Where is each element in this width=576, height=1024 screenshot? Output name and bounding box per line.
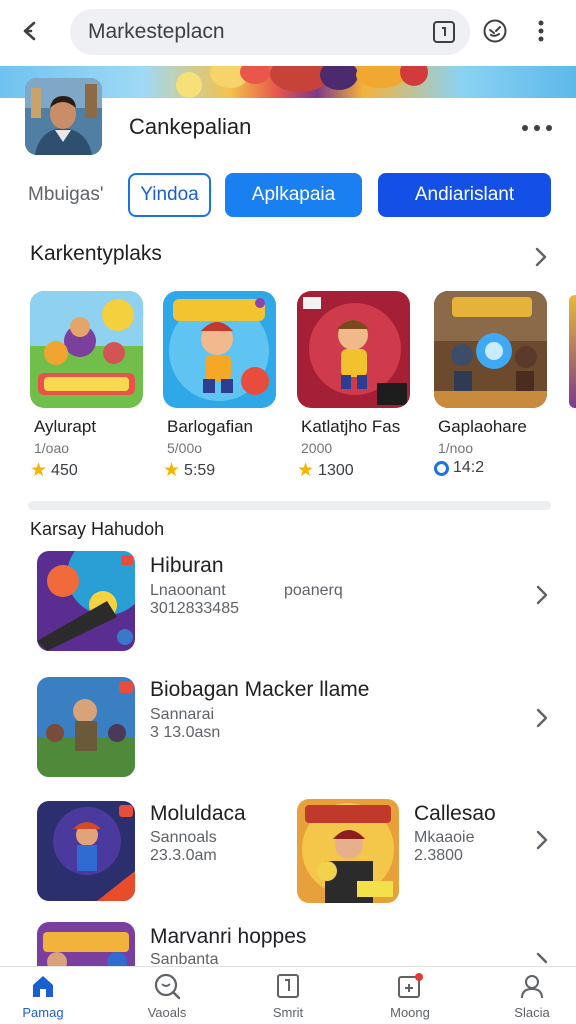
avatar[interactable]: [25, 78, 102, 155]
row-title: Moluldaca: [150, 802, 246, 825]
app-downloads: 5/00o: [167, 440, 203, 456]
nav-account[interactable]: Slacia: [492, 971, 572, 1024]
row-thumbnail[interactable]: [37, 551, 135, 651]
dot-icon: [534, 125, 540, 131]
tab-switcher-icon[interactable]: [432, 20, 456, 44]
app-card[interactable]: Aylurapt 1/oao ★ 450: [30, 291, 143, 481]
chevron-right-icon[interactable]: [535, 707, 549, 729]
app-name: Katlatjho Fas: [301, 417, 401, 436]
back-arrow-icon: [23, 21, 36, 41]
app-name: Barlogafian: [167, 417, 254, 436]
search-bar[interactable]: Markesteplacn: [70, 9, 470, 55]
chevron-right-icon[interactable]: [535, 951, 549, 966]
app-name: Aylurapt: [34, 417, 97, 436]
nav-search[interactable]: Vaoals: [127, 971, 207, 1024]
section-title-list: Karsay Hahudoh: [30, 519, 165, 539]
chevron-right-icon[interactable]: [534, 246, 548, 268]
nav-library[interactable]: Moong: [370, 971, 450, 1024]
app-downloads: 1/noo: [438, 440, 474, 456]
top-bar: Markesteplacn: [0, 0, 576, 66]
nav-home[interactable]: Pamag: [3, 971, 83, 1024]
row-subtitle: Sanbanta: [150, 951, 219, 966]
chip-applications[interactable]: Aplkapaia: [225, 173, 362, 217]
nav-label: Smrit: [272, 1005, 304, 1020]
row-subtitle: Mkaaoie: [414, 829, 475, 846]
app-rating: ★ 5:59: [163, 459, 215, 482]
library-icon: [394, 971, 426, 1001]
nav-apps[interactable]: Smrit: [248, 971, 328, 1024]
row-title: Biobagan Macker llame: [150, 678, 370, 701]
app-card-partial[interactable]: [569, 295, 576, 408]
row-thumbnail[interactable]: [37, 677, 135, 777]
app-thumbnail: [297, 291, 410, 408]
star-icon: ★: [163, 460, 181, 481]
chevron-right-icon[interactable]: [535, 829, 549, 851]
profile-photo: [25, 78, 102, 155]
app-downloads: 2000: [301, 440, 333, 456]
chip-android[interactable]: Andiarislant: [378, 173, 551, 217]
apps-icon: [272, 971, 304, 1001]
emoji-button[interactable]: [478, 14, 512, 48]
nav-label: Moong: [390, 1005, 430, 1020]
app-rating: ★ 450: [30, 459, 78, 482]
app-card[interactable]: Gaplaohare 1/noo 14:2: [434, 291, 547, 476]
dot-icon: [522, 125, 528, 131]
app-name: Gaplaohare: [438, 417, 527, 436]
smiley-icon: [483, 19, 507, 43]
row-subtitle: Sannarai: [150, 706, 215, 723]
app-thumbnail: [163, 291, 276, 408]
row-title: Marvanri hoppes: [150, 925, 307, 948]
row-subtitle: Sannoals: [150, 829, 217, 846]
app-rating-value: 450: [51, 461, 78, 479]
nav-label: Pamag: [22, 1005, 64, 1020]
row-meta: 2.3800: [414, 847, 463, 864]
row-thumbnail[interactable]: [37, 801, 135, 901]
kebab-menu-icon: [538, 20, 544, 42]
app-thumbnail: [30, 291, 143, 408]
profile-more-button[interactable]: [522, 118, 552, 138]
profile-name: Cankepalian: [129, 114, 252, 139]
section-divider: [28, 501, 551, 510]
nav-label: Slacia: [514, 1005, 550, 1020]
chip-windows[interactable]: Yindoa: [128, 173, 211, 217]
account-icon: [516, 971, 548, 1001]
search-input[interactable]: Markesteplacn: [88, 20, 225, 44]
app-downloads: 1/oao: [34, 440, 70, 456]
star-icon: ★: [30, 460, 48, 481]
app-card[interactable]: Katlatjho Fas 2000 ★ 1300: [297, 291, 410, 481]
bottom-navigation: Pamag Vaoals Smrit Moong Slacia: [0, 966, 576, 1024]
row-thumbnail[interactable]: [297, 799, 399, 903]
row-title: Hiburan: [150, 554, 224, 577]
row-meta: 3 13.0asn: [150, 724, 221, 741]
row-title: Callesao: [414, 802, 496, 825]
app-card[interactable]: Barlogafian 5/00o ★ 5:59: [163, 291, 276, 481]
section-title-featured: Karkentyplaks: [30, 242, 162, 265]
overflow-menu-button[interactable]: [524, 14, 558, 48]
app-rating-value: 14:2: [453, 459, 485, 476]
search-icon: [151, 971, 183, 1001]
home-icon: [27, 971, 59, 1001]
filter-label: Mbuigas': [28, 184, 104, 205]
app-rating: ★ 1300: [297, 459, 354, 482]
row-meta: 3012833485: [150, 600, 239, 617]
app-thumbnail: [434, 291, 547, 408]
star-icon: ★: [297, 460, 315, 481]
app-rating-value: 5:59: [184, 461, 216, 479]
app-rating: 14:2: [434, 459, 484, 477]
row-subtitle: Lnaoonant: [150, 582, 226, 599]
back-button[interactable]: [14, 14, 48, 48]
chevron-right-icon[interactable]: [535, 584, 549, 606]
app-rating-value: 1300: [318, 461, 354, 479]
ring-icon: [434, 460, 449, 476]
row-subtitle-secondary: poanerq: [284, 582, 343, 599]
dot-icon: [546, 125, 552, 131]
row-thumbnail[interactable]: [37, 922, 135, 966]
nav-label: Vaoals: [147, 1005, 187, 1020]
row-meta: 23.3.0am: [150, 847, 217, 864]
